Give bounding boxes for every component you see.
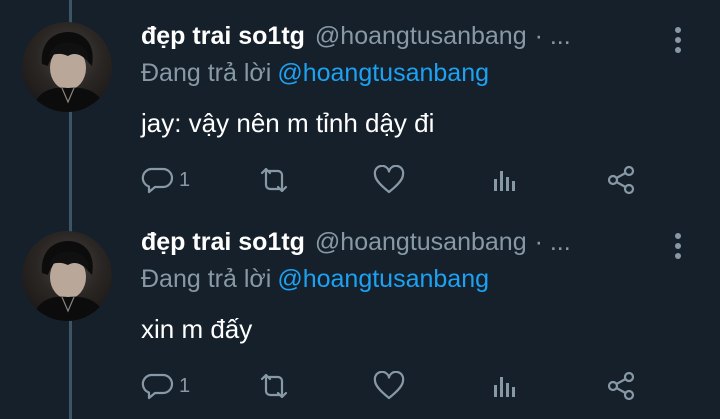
heart-icon bbox=[373, 371, 405, 400]
share-icon bbox=[607, 371, 635, 401]
retweet-icon bbox=[260, 167, 288, 193]
reply-icon bbox=[141, 167, 174, 194]
tweet-text: xin m đấy bbox=[141, 314, 253, 344]
replying-to-label: Đang trả lời bbox=[141, 265, 272, 293]
header-truncation: · ... bbox=[534, 22, 571, 50]
retweet-icon bbox=[260, 373, 288, 399]
tweet-actions: 1 bbox=[0, 163, 720, 197]
retweet-button[interactable] bbox=[256, 369, 292, 403]
reply-icon bbox=[141, 373, 174, 400]
display-name[interactable]: đẹp trai so1tg bbox=[141, 22, 305, 51]
tweet-item[interactable]: đẹp trai so1tg @hoangtusanbang · ... Đan… bbox=[0, 206, 720, 411]
share-button[interactable] bbox=[605, 163, 637, 197]
tweet-header: đẹp trai so1tg @hoangtusanbang · ... bbox=[141, 228, 571, 262]
header-truncation: · ... bbox=[534, 228, 571, 256]
avatar[interactable] bbox=[22, 231, 112, 321]
reply-count: 1 bbox=[179, 374, 191, 397]
tweet-actions: 1 bbox=[0, 369, 720, 403]
like-button[interactable] bbox=[372, 163, 406, 197]
reply-mention-link[interactable]: @hoangtusanbang bbox=[277, 265, 489, 293]
tweet-header: đẹp trai so1tg @hoangtusanbang · ... bbox=[141, 22, 571, 56]
user-handle[interactable]: @hoangtusanbang bbox=[315, 228, 527, 257]
replying-to-line: Đang trả lời @hoangtusanbang bbox=[141, 265, 489, 294]
analytics-icon bbox=[494, 171, 515, 191]
analytics-button[interactable] bbox=[490, 163, 520, 197]
share-icon bbox=[607, 165, 635, 195]
avatar[interactable] bbox=[22, 22, 112, 112]
retweet-button[interactable] bbox=[256, 163, 292, 197]
reply-button[interactable]: 1 bbox=[141, 163, 190, 197]
heart-icon bbox=[373, 165, 405, 194]
share-button[interactable] bbox=[605, 369, 637, 403]
display-name[interactable]: đẹp trai so1tg bbox=[141, 228, 305, 257]
tweet-text: jay: vậy nên m tỉnh dậy đi bbox=[141, 108, 435, 138]
like-button[interactable] bbox=[372, 369, 406, 403]
analytics-icon bbox=[494, 377, 515, 397]
reply-mention-link[interactable]: @hoangtusanbang bbox=[277, 59, 489, 87]
more-vertical-icon[interactable] bbox=[667, 230, 689, 262]
replying-to-label: Đang trả lời bbox=[141, 59, 272, 87]
reply-button[interactable]: 1 bbox=[141, 369, 190, 403]
replying-to-line: Đang trả lời @hoangtusanbang bbox=[141, 59, 489, 88]
more-vertical-icon[interactable] bbox=[667, 24, 689, 56]
tweet-item[interactable]: đẹp trai so1tg @hoangtusanbang · ... Đan… bbox=[0, 0, 720, 205]
reply-count: 1 bbox=[179, 168, 191, 191]
analytics-button[interactable] bbox=[490, 369, 520, 403]
user-handle[interactable]: @hoangtusanbang bbox=[315, 22, 527, 51]
